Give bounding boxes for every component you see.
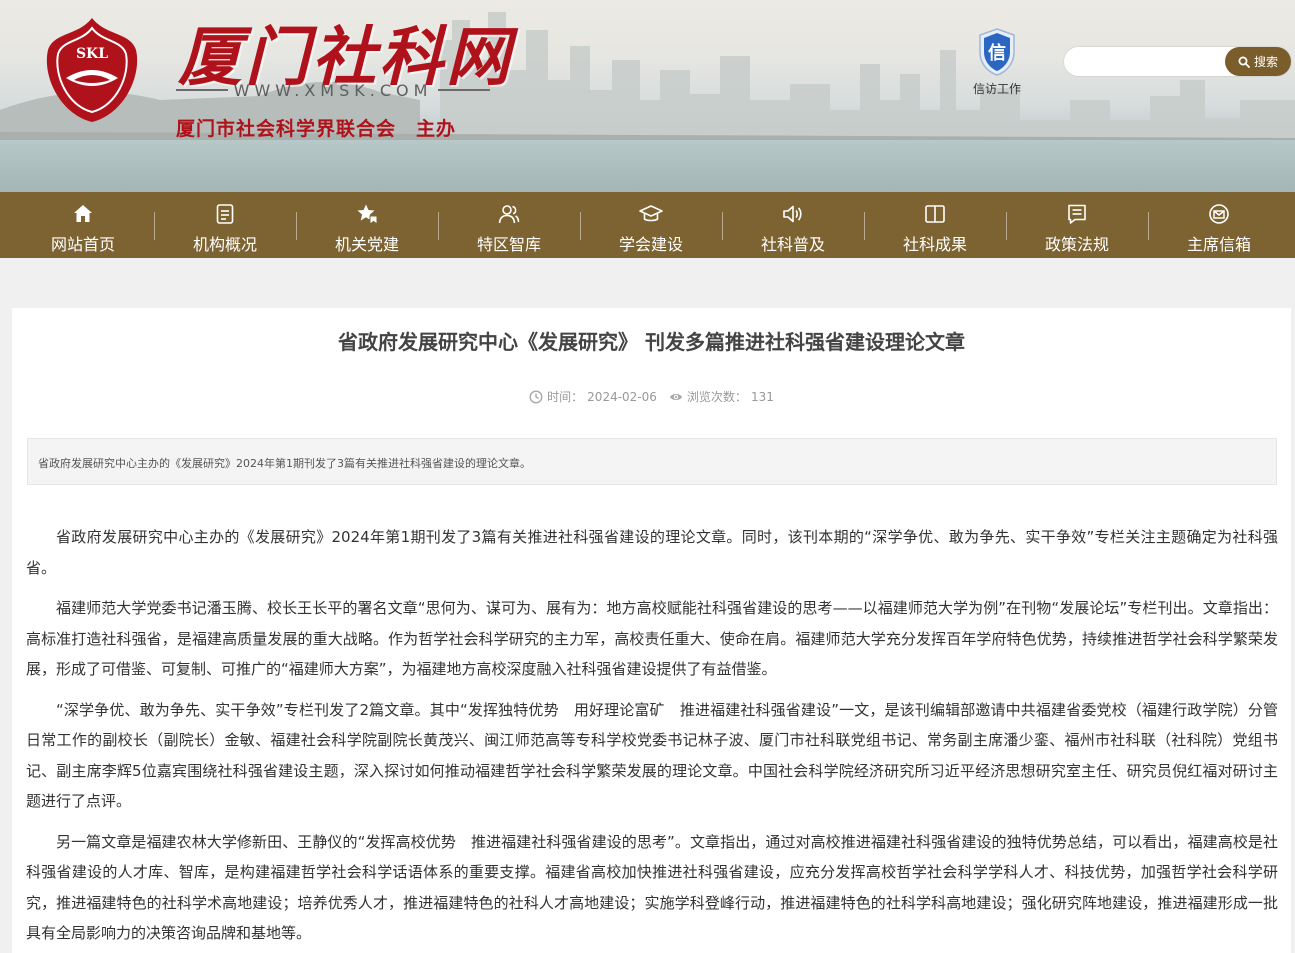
chat-doc-icon [1068, 204, 1086, 224]
eye-icon [669, 393, 682, 400]
body-paragraph: “深学争优、敢为争先、实干争效”专栏刊发了2篇文章。其中“发挥独特优势 用好理论… [26, 700, 1278, 811]
xinfang-link[interactable]: 信 信访工作 [970, 28, 1024, 97]
body-paragraph: 省政府发展研究中心主办的《发展研究》2024年第1期刊发了3篇有关推进社科强省建… [26, 528, 1278, 577]
xinfang-shield-icon: 信 [979, 28, 1015, 76]
body-paragraph: 福建师范大学党委书记潘玉腾、校长王长平的署名文章“思何为、谋可为、展有为：地方高… [26, 599, 1278, 678]
speaker-icon [783, 205, 802, 223]
publish-time: 时间： 2024-02-06 [529, 388, 657, 405]
emblem-lettering: SKL [76, 46, 108, 62]
star-flag-icon [357, 204, 378, 225]
nav-item-thinktank[interactable]: 特区智库 [438, 192, 580, 258]
view-count: 浏览次数： 131 [669, 388, 774, 405]
nav-item-party[interactable]: 机关党建 [296, 192, 438, 258]
search-box: 搜索 [1064, 47, 1291, 76]
site-url-row: WWW.XMSK.COM [176, 80, 490, 100]
main-nav: 网站首页 机构概况 机关党建 特区智库 学会建设 社科普及 社科成果 政策法规 … [0, 192, 1295, 258]
nav-item-popularization[interactable]: 社科普及 [722, 192, 864, 258]
book-icon [925, 205, 945, 223]
article-title: 省政府发展研究中心《发展研究》 刊发多篇推进社科强省建设理论文章 [338, 330, 965, 354]
nav-item-mailbox[interactable]: 主席信箱 [1148, 192, 1290, 258]
xinfang-label: 信访工作 [972, 82, 1021, 96]
url-rule-right [438, 89, 490, 91]
nav-label: 社科普及 [760, 235, 825, 254]
xinfang-badge-text: 信 [988, 42, 1006, 64]
views-value: 131 [750, 389, 774, 404]
home-icon [74, 205, 92, 222]
article-meta: 时间： 2024-02-06 浏览次数： 131 [12, 388, 1291, 405]
nav-item-achievements[interactable]: 社科成果 [864, 192, 1006, 258]
search-input[interactable] [1074, 51, 1224, 72]
document-icon [216, 204, 234, 224]
nav-label: 社科成果 [902, 235, 967, 254]
article-body: 省政府发展研究中心主办的《发展研究》2024年第1期刊发了3篇有关推进社科强省建… [26, 522, 1278, 953]
nav-item-society[interactable]: 学会建设 [580, 192, 722, 258]
article-summary: 省政府发展研究中心主办的《发展研究》2024年第1期刊发了3篇有关推进社科强省建… [27, 438, 1277, 485]
nav-label: 学会建设 [618, 235, 683, 254]
url-rule-left [176, 89, 228, 91]
nav-label: 机关党建 [334, 235, 399, 254]
nav-item-policy[interactable]: 政策法规 [1006, 192, 1148, 258]
search-icon [1238, 56, 1250, 68]
time-value: 2024-02-06 [587, 389, 657, 404]
graduation-cap-icon [639, 205, 663, 222]
nav-label: 政策法规 [1044, 235, 1109, 254]
article-panel: 省政府发展研究中心《发展研究》 刊发多篇推进社科强省建设理论文章 时间： 2024… [12, 308, 1291, 953]
search-button[interactable]: 搜索 [1225, 47, 1291, 76]
skl-emblem-logo: SKL [46, 18, 138, 122]
time-label: 时间： [547, 390, 584, 404]
nav-label: 机构概况 [192, 235, 257, 254]
sponsor-text: 厦门市社会科学界联合会 主办 [176, 118, 457, 140]
nav-label: 网站首页 [50, 235, 115, 254]
body-paragraph: 另一篇文章是福建农林大学修新田、王静仪的“发挥高校优势 推进福建社科强省建设的思… [26, 832, 1278, 943]
search-button-label: 搜索 [1253, 55, 1278, 69]
people-icon [498, 205, 520, 224]
views-label: 浏览次数： [686, 390, 747, 404]
header-banner: SKL 厦门社科网 WWW.XMSK.COM 厦门市社会科学界联合会 主办 信 … [0, 0, 1295, 192]
nav-item-home[interactable]: 网站首页 [12, 192, 154, 258]
sea-area [0, 140, 1295, 192]
mailbox-icon [1209, 204, 1229, 224]
site-url: WWW.XMSK.COM [233, 80, 433, 100]
nav-label: 主席信箱 [1186, 235, 1251, 254]
nav-label: 特区智库 [476, 235, 541, 254]
nav-item-about[interactable]: 机构概况 [154, 192, 296, 258]
clock-icon [529, 389, 543, 404]
